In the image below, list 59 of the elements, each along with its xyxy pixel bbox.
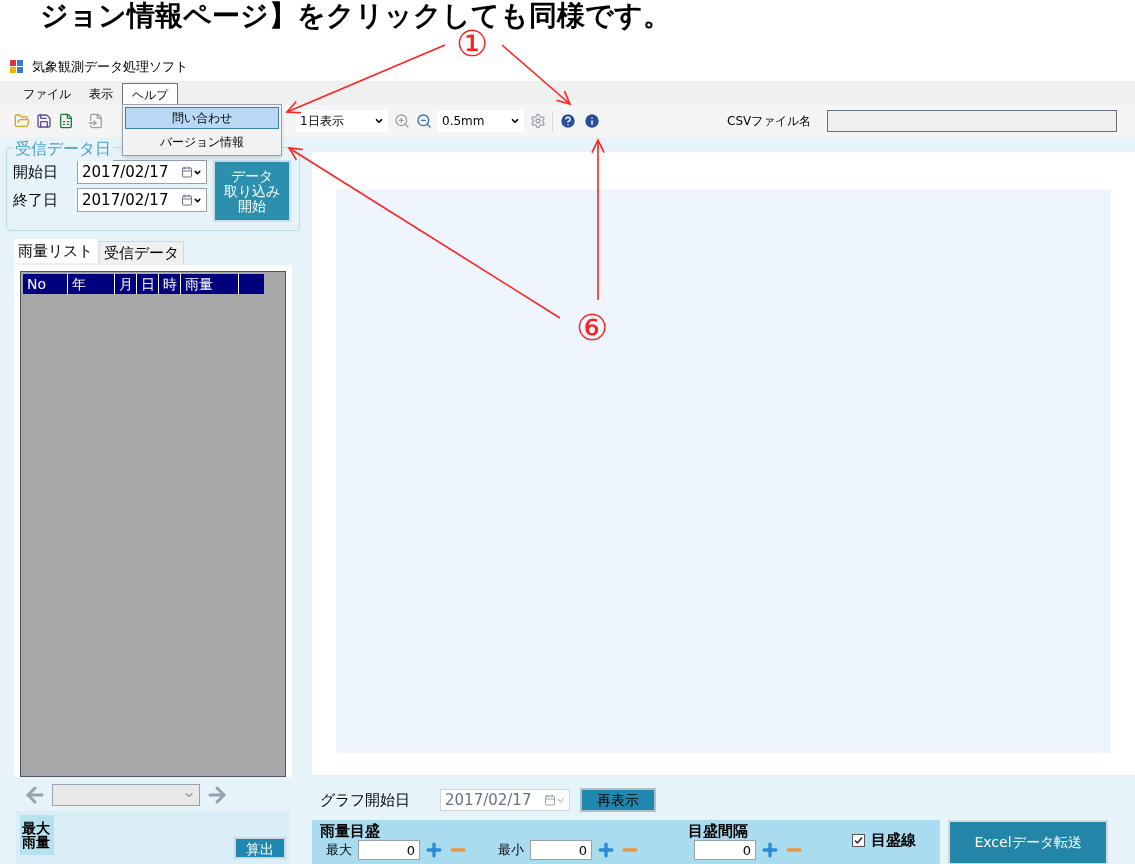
import-button[interactable]: データ 取り込み 開始	[213, 160, 291, 222]
column-header: No	[23, 274, 68, 294]
redraw-button[interactable]: 再表示	[580, 788, 656, 813]
date-picker[interactable]: 2017/02/17	[77, 188, 207, 212]
annotation-arrow	[501, 44, 572, 106]
column-header: 年	[68, 274, 115, 294]
group-title: 受信データ日	[13, 137, 113, 161]
max-rain-label: 最大雨量	[20, 815, 54, 855]
date-picker[interactable]: 2017/02/17	[77, 160, 207, 184]
scale-combo[interactable]: 0.5mm	[438, 110, 524, 132]
caret-icon	[510, 116, 520, 126]
min-label: 最小	[498, 841, 524, 860]
dropdown-menu-item[interactable]: 問い合わせ	[125, 107, 279, 129]
calendar-icon	[181, 166, 193, 178]
caret-icon	[374, 116, 384, 126]
column-header: 雨量	[181, 274, 239, 294]
annotation-number: ⑥	[576, 308, 609, 348]
column-header: 月	[115, 274, 137, 294]
csv-label: CSVファイル名	[727, 113, 812, 130]
import-icon[interactable]	[88, 113, 104, 129]
window-title: 気象観測データ処理ソフト	[32, 58, 188, 77]
scale-title: 雨量目盛	[320, 822, 381, 840]
column-header: 時	[159, 274, 181, 294]
page-combo[interactable]	[52, 784, 200, 806]
calculate-button[interactable]: 算出	[234, 837, 286, 859]
plus-icon[interactable]	[760, 840, 780, 860]
number-field[interactable]: 0	[694, 840, 756, 860]
csv-field[interactable]	[827, 110, 1118, 132]
interval-title: 目盛間隔	[688, 822, 749, 840]
graph-start-label: グラフ開始日	[320, 789, 411, 811]
calendar-icon	[544, 794, 556, 807]
app-icon	[10, 60, 24, 74]
plus-icon[interactable]	[424, 840, 444, 860]
tab[interactable]: 雨量リスト	[14, 239, 97, 263]
zoom-out-icon[interactable]	[416, 113, 432, 129]
spreadsheet-icon[interactable]	[58, 113, 74, 129]
menu-item[interactable]: 表示	[80, 83, 122, 105]
help-icon[interactable]	[559, 112, 577, 130]
max-label: 最大	[326, 841, 352, 860]
date-label: 開始日	[13, 161, 59, 183]
calendar-icon	[181, 194, 193, 206]
gridlines-checkbox[interactable]: 目盛線	[852, 829, 916, 852]
plus-icon[interactable]	[596, 840, 616, 860]
number-field[interactable]: 0	[530, 840, 592, 860]
checkbox[interactable]	[852, 834, 865, 847]
folder-icon[interactable]	[14, 113, 30, 129]
zoom-in-icon[interactable]	[394, 113, 410, 129]
dropdown-menu-item[interactable]: バージョン情報	[125, 131, 279, 153]
column-header: 日	[137, 274, 159, 294]
excel-button[interactable]: Excelデータ転送	[948, 820, 1108, 864]
settings-icon[interactable]	[530, 113, 546, 129]
view-combo[interactable]: 1日表示	[296, 110, 388, 132]
number-field[interactable]: 0	[358, 840, 420, 860]
menu-item[interactable]: ファイル	[14, 83, 80, 105]
tab[interactable]: 受信データ	[99, 241, 184, 265]
date-label: 終了日	[13, 189, 59, 211]
save-icon[interactable]	[36, 113, 52, 129]
menu-item[interactable]: ヘルプ	[122, 83, 178, 105]
info-icon[interactable]	[583, 112, 601, 130]
